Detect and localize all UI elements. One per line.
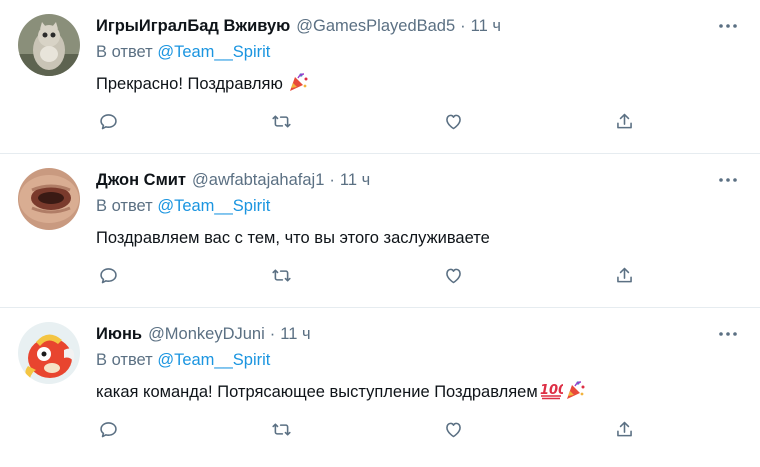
more-options-icon[interactable]	[716, 16, 740, 36]
timestamp[interactable]: 11 ч	[280, 325, 310, 344]
tweet-text: Поздравляем вас с тем, что вы этого засл…	[96, 226, 740, 250]
separator-dot: ·	[329, 170, 335, 189]
reply-prefix: В ответ	[96, 43, 153, 61]
party-popper-icon	[287, 71, 309, 98]
separator-dot: ·	[269, 324, 276, 343]
tweet-text-body: какая команда! Потрясающее выступление П…	[96, 382, 538, 401]
display-name[interactable]: Джон Смит	[96, 171, 186, 190]
display-name[interactable]: ИгрыИгралБад Вживую	[96, 17, 290, 36]
tweet-text: Прекрасно! Поздравляю	[96, 72, 740, 96]
mention-link[interactable]: @Team__Spirit	[157, 197, 270, 215]
retweet-icon[interactable]	[269, 417, 293, 441]
tweet-text-body: Прекрасно! Поздравляю	[96, 74, 283, 93]
reply-context: В ответ @Team__Spirit	[96, 351, 740, 373]
display-name[interactable]: Июнь	[96, 325, 142, 344]
avatar[interactable]	[18, 14, 80, 76]
mention-link[interactable]: @Team__Spirit	[157, 43, 270, 61]
share-icon[interactable]	[612, 109, 636, 133]
hundred-points-icon: 100	[539, 380, 567, 405]
mention-link[interactable]: @Team__Spirit	[157, 351, 270, 369]
reply-icon[interactable]	[96, 417, 120, 441]
separator-dot: ·	[460, 16, 466, 35]
timestamp[interactable]: 11 ч	[340, 171, 370, 190]
reply-context: В ответ @Team__Spirit	[96, 197, 740, 219]
tweet[interactable]: Джон Смит @awfabtajahafaj1 · 11 ч В отве…	[0, 154, 760, 308]
more-options-icon[interactable]	[716, 170, 740, 190]
like-icon[interactable]	[441, 417, 465, 441]
user-handle[interactable]: @MonkeyDJuni	[148, 325, 265, 344]
reply-icon[interactable]	[96, 109, 120, 133]
share-icon[interactable]	[612, 263, 636, 287]
party-popper-icon	[564, 379, 586, 406]
reply-prefix: В ответ	[96, 351, 153, 369]
avatar[interactable]	[18, 168, 80, 230]
like-icon[interactable]	[441, 109, 465, 133]
user-handle[interactable]: @awfabtajahafaj1	[192, 171, 324, 190]
tweet-text: какая команда! Потрясающее выступление П…	[96, 380, 740, 404]
more-options-icon[interactable]	[716, 324, 740, 344]
retweet-icon[interactable]	[269, 109, 293, 133]
timestamp[interactable]: 11 ч	[471, 17, 501, 36]
reply-context: В ответ @Team__Spirit	[96, 43, 740, 65]
like-icon[interactable]	[441, 263, 465, 287]
tweet-text-body: Поздравляем вас с тем, что вы этого засл…	[96, 228, 490, 247]
retweet-icon[interactable]	[269, 263, 293, 287]
tweet[interactable]: Июнь @MonkeyDJuni · 11 ч В ответ @Team__…	[0, 308, 760, 462]
tweet[interactable]: ИгрыИгралБад Вживую @GamesPlayedBad5 · 1…	[0, 0, 760, 154]
avatar[interactable]	[18, 322, 80, 384]
user-handle[interactable]: @GamesPlayedBad5	[296, 17, 455, 36]
reply-prefix: В ответ	[96, 197, 153, 215]
reply-icon[interactable]	[96, 263, 120, 287]
share-icon[interactable]	[612, 417, 636, 441]
